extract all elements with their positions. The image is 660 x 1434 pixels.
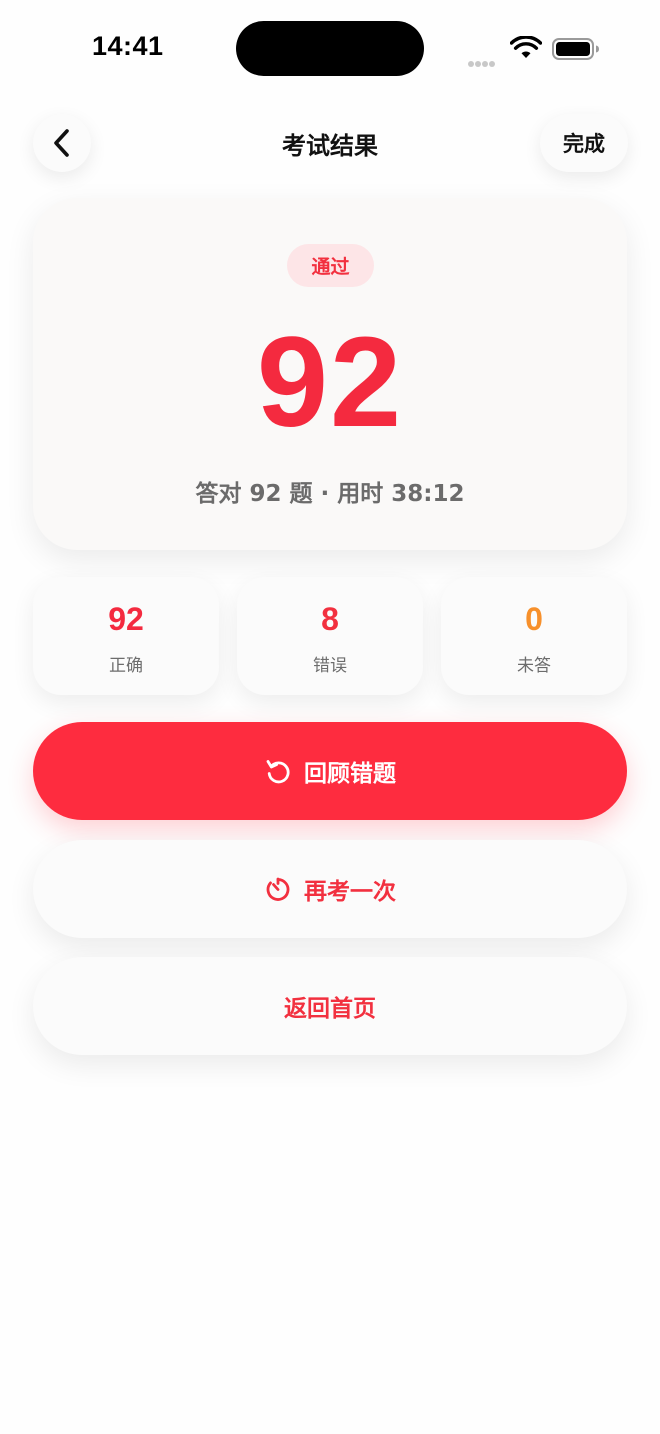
stat-unanswered: 0 未答 bbox=[441, 577, 627, 695]
status-time: 14:41 bbox=[92, 31, 164, 61]
stat-unanswered-value: 0 bbox=[525, 601, 543, 637]
stat-correct: 92 正确 bbox=[33, 577, 219, 695]
exam-result-screen: 14:41 考试结果 完成 通过 92 答对 92 题 · 用时 38:12 9… bbox=[0, 0, 660, 1434]
return-home-button[interactable]: 返回首页 bbox=[33, 957, 627, 1055]
stat-correct-label: 正确 bbox=[109, 656, 143, 676]
cellular-signal-icon bbox=[468, 52, 496, 71]
wifi-icon bbox=[509, 35, 543, 64]
rotate-ccw-icon bbox=[264, 757, 292, 785]
retake-exam-button[interactable]: 再考一次 bbox=[33, 840, 627, 938]
stat-unanswered-label: 未答 bbox=[517, 656, 551, 676]
return-home-label: 返回首页 bbox=[284, 996, 376, 1022]
stat-wrong-label: 错误 bbox=[313, 656, 347, 676]
status-bar: 14:41 bbox=[0, 0, 660, 100]
pass-status-badge: 通过 bbox=[287, 244, 374, 287]
score-value: 92 bbox=[256, 311, 404, 454]
review-mistakes-label: 回顾错题 bbox=[304, 761, 396, 787]
stat-wrong: 8 错误 bbox=[237, 577, 423, 695]
stat-correct-value: 92 bbox=[108, 601, 144, 637]
score-summary: 答对 92 题 · 用时 38:12 bbox=[195, 481, 465, 507]
score-card: 通过 92 答对 92 题 · 用时 38:12 bbox=[33, 198, 627, 550]
battery-icon bbox=[552, 38, 600, 64]
dynamic-island bbox=[236, 21, 424, 76]
review-mistakes-button[interactable]: 回顾错题 bbox=[33, 722, 627, 820]
stat-wrong-value: 8 bbox=[321, 601, 339, 637]
done-button[interactable]: 完成 bbox=[540, 114, 628, 172]
retake-exam-label: 再考一次 bbox=[304, 879, 396, 905]
timer-icon bbox=[264, 875, 292, 903]
